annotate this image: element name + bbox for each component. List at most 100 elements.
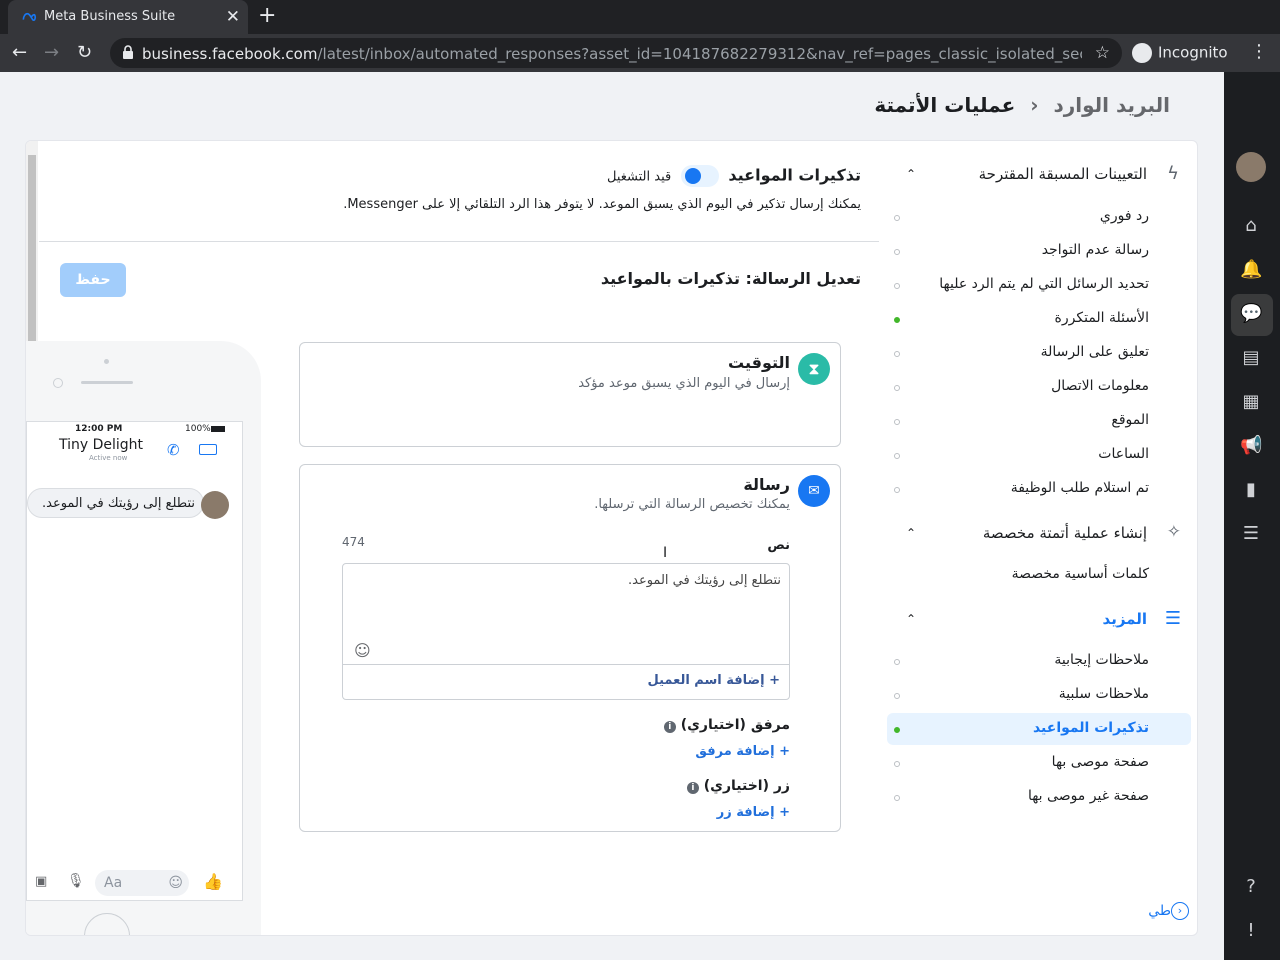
microphone-icon: 🎙 (67, 873, 85, 889)
char-counter: 474 (342, 535, 365, 549)
attachment-label: مرفق (اختياري) i (663, 717, 790, 733)
sidebar-item[interactable]: تم استلام طلب الوظيفة (1011, 480, 1149, 496)
sidebar-item-custom-keywords[interactable]: كلمات أساسية مخصصة (1012, 566, 1149, 582)
home-icon[interactable]: ⌂ (1240, 215, 1262, 237)
composer-placeholder: Aa (104, 875, 123, 891)
button-label-text: زر (اختياري) (703, 778, 790, 794)
timing-section[interactable]: ⧗ التوقيت إرسال في اليوم الذي يسبق موعد … (299, 342, 841, 447)
profile-avatar[interactable] (1236, 152, 1266, 182)
add-customer-name-link[interactable]: + إضافة اسم العميل (647, 673, 780, 688)
phone-preview: 12:00 PM 100% Tiny Delight Active now ✆ … (26, 341, 261, 935)
breadcrumb: البريد الوارد ‹ عمليات الأتمتة (874, 93, 1170, 117)
planner-calendar-icon[interactable]: ▦ (1240, 391, 1262, 413)
section-more-title[interactable]: المزيد (1103, 610, 1147, 628)
emoji-picker-icon[interactable]: ☺ (354, 641, 371, 660)
save-button[interactable]: حفظ (60, 263, 126, 297)
close-tab-icon[interactable]: ✕ (226, 7, 240, 27)
automation-status: قيد التشغيل (607, 169, 672, 185)
composer-input: Aa ☺ (95, 870, 189, 896)
sidebar-item[interactable]: الأسئلة المتكررة (1055, 310, 1149, 326)
chevron-left-icon: ‹ (1030, 93, 1039, 117)
textarea-divider (343, 664, 789, 665)
page-avatar (201, 491, 229, 519)
sidebar-item[interactable]: ملاحظات إيجابية (1054, 652, 1149, 668)
feedback-icon[interactable]: ! (1240, 920, 1262, 942)
notifications-bell-icon[interactable]: 🔔 (1240, 259, 1262, 281)
phone-call-icon: ✆ (167, 441, 180, 459)
sidebar-item[interactable]: رد فوري (1100, 208, 1149, 224)
sidebar-item[interactable]: رسالة عدم التواجد (1042, 242, 1149, 258)
url-text: business.facebook.com/latest/inbox/autom… (142, 45, 1082, 63)
new-tab-icon[interactable]: + (258, 3, 276, 28)
section-suggested-title[interactable]: التعيينات المسبقة المقترحة (979, 165, 1147, 183)
message-text-value: نتطلع إلى رؤيتك في الموعد. (628, 573, 781, 588)
status-dot (894, 385, 900, 391)
header-divider (39, 241, 879, 242)
inbox-chat-icon[interactable]: 💬 (1240, 303, 1262, 325)
timing-subtitle: إرسال في اليوم الذي يسبق موعد مؤكد (578, 376, 790, 391)
message-text-area[interactable]: نتطلع إلى رؤيتك في الموعد. ☺ + إضافة اسم… (342, 563, 790, 700)
info-icon[interactable]: i (686, 782, 699, 794)
sidebar-item[interactable]: الموقع (1111, 412, 1149, 428)
sidebar-item[interactable]: تعليق على الرسالة (1041, 344, 1149, 360)
status-dot (894, 761, 900, 767)
timing-title: التوقيت (728, 353, 790, 372)
all-tools-menu-icon[interactable]: ☰ (1240, 523, 1262, 545)
incognito-label: Incognito (1158, 43, 1228, 62)
sidebar-item[interactable]: تذكيرات المواعيد (1033, 720, 1149, 736)
breadcrumb-inbox[interactable]: البريد الوارد (1053, 93, 1170, 117)
status-dot (894, 693, 900, 699)
add-attachment-link[interactable]: + إضافة مرفق (695, 744, 790, 759)
bookmark-star-icon[interactable]: ☆ (1095, 43, 1110, 63)
emoji-icon: ☺ (168, 875, 183, 891)
status-dot (894, 487, 900, 493)
phone-sensor (53, 378, 63, 388)
meta-favicon-icon (22, 12, 36, 21)
chevron-up-icon[interactable]: ⌃ (906, 167, 916, 181)
toggle-switch[interactable] (680, 165, 719, 187)
incognito-indicator: Incognito (1132, 43, 1228, 63)
forward-icon[interactable]: → (44, 42, 59, 63)
status-dot (894, 317, 900, 323)
section-custom-title[interactable]: إنشاء عملية أتمتة مخصصة (983, 524, 1147, 542)
sidebar-item[interactable]: ملاحظات سلبية (1059, 686, 1149, 702)
status-dot (894, 453, 900, 459)
sidebar-item[interactable]: صفحة غير موصى بها (1028, 788, 1149, 804)
browser-tab[interactable]: Meta Business Suite ✕ (8, 0, 248, 34)
automation-title: تذكيرات المواعيد (728, 165, 861, 185)
sidebar-item[interactable]: معلومات الاتصال (1051, 378, 1149, 394)
button-label: زر (اختياري) i (686, 778, 790, 794)
back-icon[interactable]: ← (12, 42, 27, 63)
insights-bar-chart-icon[interactable]: ▮ (1240, 479, 1262, 501)
sidebar-item[interactable]: تحديد الرسائل التي لم يتم الرد عليها (939, 276, 1149, 292)
message-section: ✉ رسالة يمكنك تخصيص الرسالة التي ترسلها.… (299, 464, 841, 832)
status-dot (894, 727, 900, 733)
reload-icon[interactable]: ↻ (77, 42, 92, 63)
right-nav-rail: ⌂ 🔔 💬 ▤ ▦ 📢 ▮ ☰ ? ! (1224, 72, 1280, 960)
thumbs-up-icon: 👍 (203, 872, 223, 891)
status-dot (894, 215, 900, 221)
address-bar[interactable]: business.facebook.com/latest/inbox/autom… (110, 38, 1122, 68)
automation-title-row: تذكيرات المواعيد قيد التشغيل (326, 165, 861, 187)
collapse-arrow-icon[interactable]: › (1171, 902, 1189, 920)
help-icon[interactable]: ? (1240, 876, 1262, 898)
message-subtitle: يمكنك تخصيص الرسالة التي ترسلها. (594, 497, 790, 512)
preview-message-bubble: نتطلع إلى رؤيتك في الموعد. (27, 488, 204, 518)
phone-battery: 100% (185, 424, 211, 434)
content-icon[interactable]: ▤ (1240, 347, 1262, 369)
lock-icon (123, 45, 133, 59)
sidebar-item[interactable]: صفحة موصى بها (1052, 754, 1149, 770)
info-icon[interactable]: i (663, 721, 676, 733)
edit-message-title: تعديل الرسالة: تذكيرات بالمواعيد (600, 269, 861, 288)
browser-menu-icon[interactable]: ⋮ (1250, 41, 1268, 62)
timer-icon: ⧗ (798, 353, 830, 385)
chevron-up-icon[interactable]: ⌃ (906, 526, 916, 540)
add-button-link[interactable]: + إضافة زر (717, 805, 790, 820)
sidebar-item[interactable]: الساعات (1098, 446, 1149, 462)
battery-icon (211, 426, 225, 432)
chevron-up-icon[interactable]: ⌃ (906, 612, 916, 626)
collapse-link[interactable]: طي (1148, 903, 1171, 919)
status-dot (894, 795, 900, 801)
status-dot (894, 283, 900, 289)
ads-megaphone-icon[interactable]: 📢 (1240, 435, 1262, 457)
